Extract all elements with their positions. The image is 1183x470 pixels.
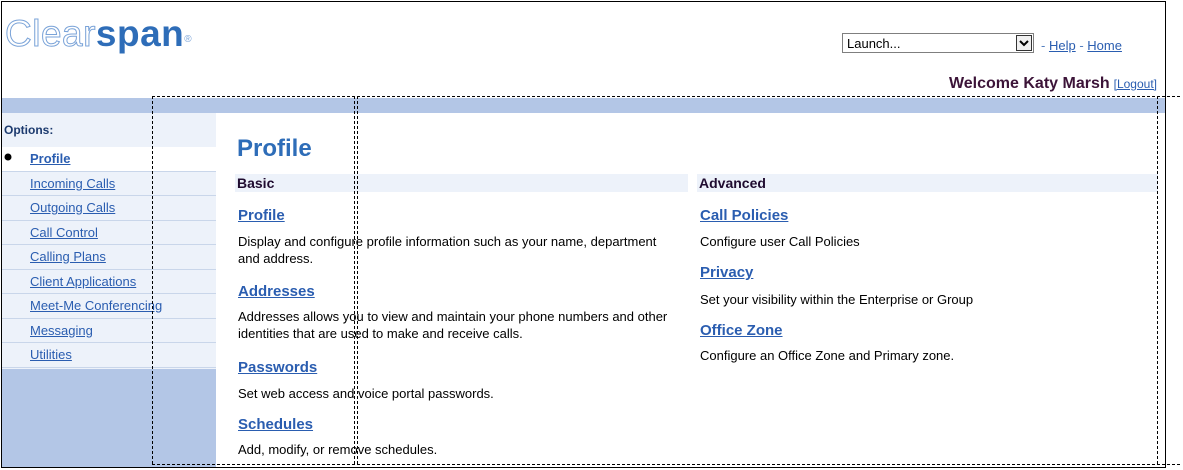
welcome-text: Welcome Katy Marsh bbox=[948, 75, 1110, 92]
options-title: Options: bbox=[4, 123, 54, 137]
advanced-section-heading: Advanced bbox=[697, 174, 1158, 192]
sidebar-item-messaging[interactable]: Messaging bbox=[2, 319, 216, 343]
office-zone-link[interactable]: Office Zone bbox=[700, 322, 783, 339]
sidebar-item-label[interactable]: Incoming Calls bbox=[30, 176, 115, 191]
addresses-description: Addresses allows you to view and maintai… bbox=[238, 309, 668, 341]
schedules-link[interactable]: Schedules bbox=[238, 416, 313, 433]
link-separator: - bbox=[1075, 38, 1088, 53]
sidebar-item-meet-me-conferencing[interactable]: Meet-Me Conferencing bbox=[2, 294, 216, 319]
bullet-icon bbox=[4, 153, 12, 161]
sidebar-item-label[interactable]: Profile bbox=[30, 151, 70, 166]
sidebar-item-label[interactable]: Client Applications bbox=[30, 274, 136, 289]
launch-select-value: Launch... bbox=[847, 36, 901, 51]
sidebar-item-label[interactable]: Outgoing Calls bbox=[30, 200, 115, 215]
sidebar-item-label[interactable]: Calling Plans bbox=[30, 249, 106, 264]
dashed-guide-bottom bbox=[152, 464, 1180, 465]
logout-link[interactable]: [Logout] bbox=[1114, 77, 1157, 91]
sidebar-item-call-control[interactable]: Call Control bbox=[2, 221, 216, 245]
home-link[interactable]: Home bbox=[1087, 38, 1122, 53]
sidebar-item-profile[interactable]: Profile bbox=[2, 147, 216, 172]
sidebar-item-utilities[interactable]: Utilities bbox=[2, 343, 216, 368]
sidebar-item-label[interactable]: Call Control bbox=[30, 225, 98, 240]
dashed-guide-right bbox=[1157, 96, 1158, 464]
privacy-link[interactable]: Privacy bbox=[700, 264, 753, 281]
welcome-area: Welcome Katy Marsh [Logout] bbox=[949, 75, 1157, 93]
schedules-description: Add, modify, or remove schedules. bbox=[238, 442, 438, 457]
sidebar-item-outgoing-calls[interactable]: Outgoing Calls bbox=[2, 196, 216, 221]
sidebar-item-label[interactable]: Meet-Me Conferencing bbox=[30, 298, 162, 313]
office-zone-description: Configure an Office Zone and Primary zon… bbox=[700, 348, 955, 363]
privacy-description: Set your visibility within the Enterpris… bbox=[700, 292, 974, 307]
call-policies-description: Configure user Call Policies bbox=[700, 234, 860, 249]
sidebar-item-incoming-calls[interactable]: Incoming Calls bbox=[2, 172, 216, 196]
help-link[interactable]: Help bbox=[1049, 38, 1076, 53]
dashed-guide-top bbox=[152, 96, 1180, 97]
addresses-link[interactable]: Addresses bbox=[238, 283, 315, 300]
launch-select[interactable]: Launch... bbox=[842, 33, 1034, 53]
dashed-guide-left bbox=[152, 96, 153, 464]
top-links: - Help - Home bbox=[1041, 38, 1122, 53]
basic-section-heading: Basic bbox=[235, 174, 688, 192]
sidebar-item-label[interactable]: Utilities bbox=[30, 347, 72, 362]
profile-description: Display and configure profile informatio… bbox=[238, 234, 657, 266]
dashed-guide-inner-2 bbox=[357, 96, 358, 464]
options-list: Profile Incoming Calls Outgoing Calls Ca… bbox=[2, 147, 216, 368]
chevron-down-icon[interactable] bbox=[1016, 35, 1032, 51]
passwords-link[interactable]: Passwords bbox=[238, 359, 317, 376]
sidebar-item-client-applications[interactable]: Client Applications bbox=[2, 270, 216, 294]
sidebar-item-calling-plans[interactable]: Calling Plans bbox=[2, 245, 216, 270]
page-title: Profile bbox=[237, 135, 312, 162]
profile-link[interactable]: Profile bbox=[238, 207, 285, 224]
clearspan-logo: Clearspan® bbox=[5, 13, 193, 54]
sidebar: Options: Profile Incoming Calls Outgoing… bbox=[2, 113, 216, 467]
dashed-guide-inner-1 bbox=[354, 96, 355, 464]
main-content: Profile Basic Advanced Profile Display a… bbox=[226, 113, 1165, 467]
header-band bbox=[2, 98, 1165, 113]
portal-window: Clearspan® Launch... - Help - Home Welco… bbox=[1, 1, 1166, 468]
link-separator: - bbox=[1041, 38, 1049, 53]
options-panel: Options: Profile Incoming Calls Outgoing… bbox=[2, 113, 216, 369]
sidebar-item-label[interactable]: Messaging bbox=[30, 323, 93, 338]
call-policies-link[interactable]: Call Policies bbox=[700, 207, 788, 224]
passwords-description: Set web access and voice portal password… bbox=[238, 386, 494, 401]
